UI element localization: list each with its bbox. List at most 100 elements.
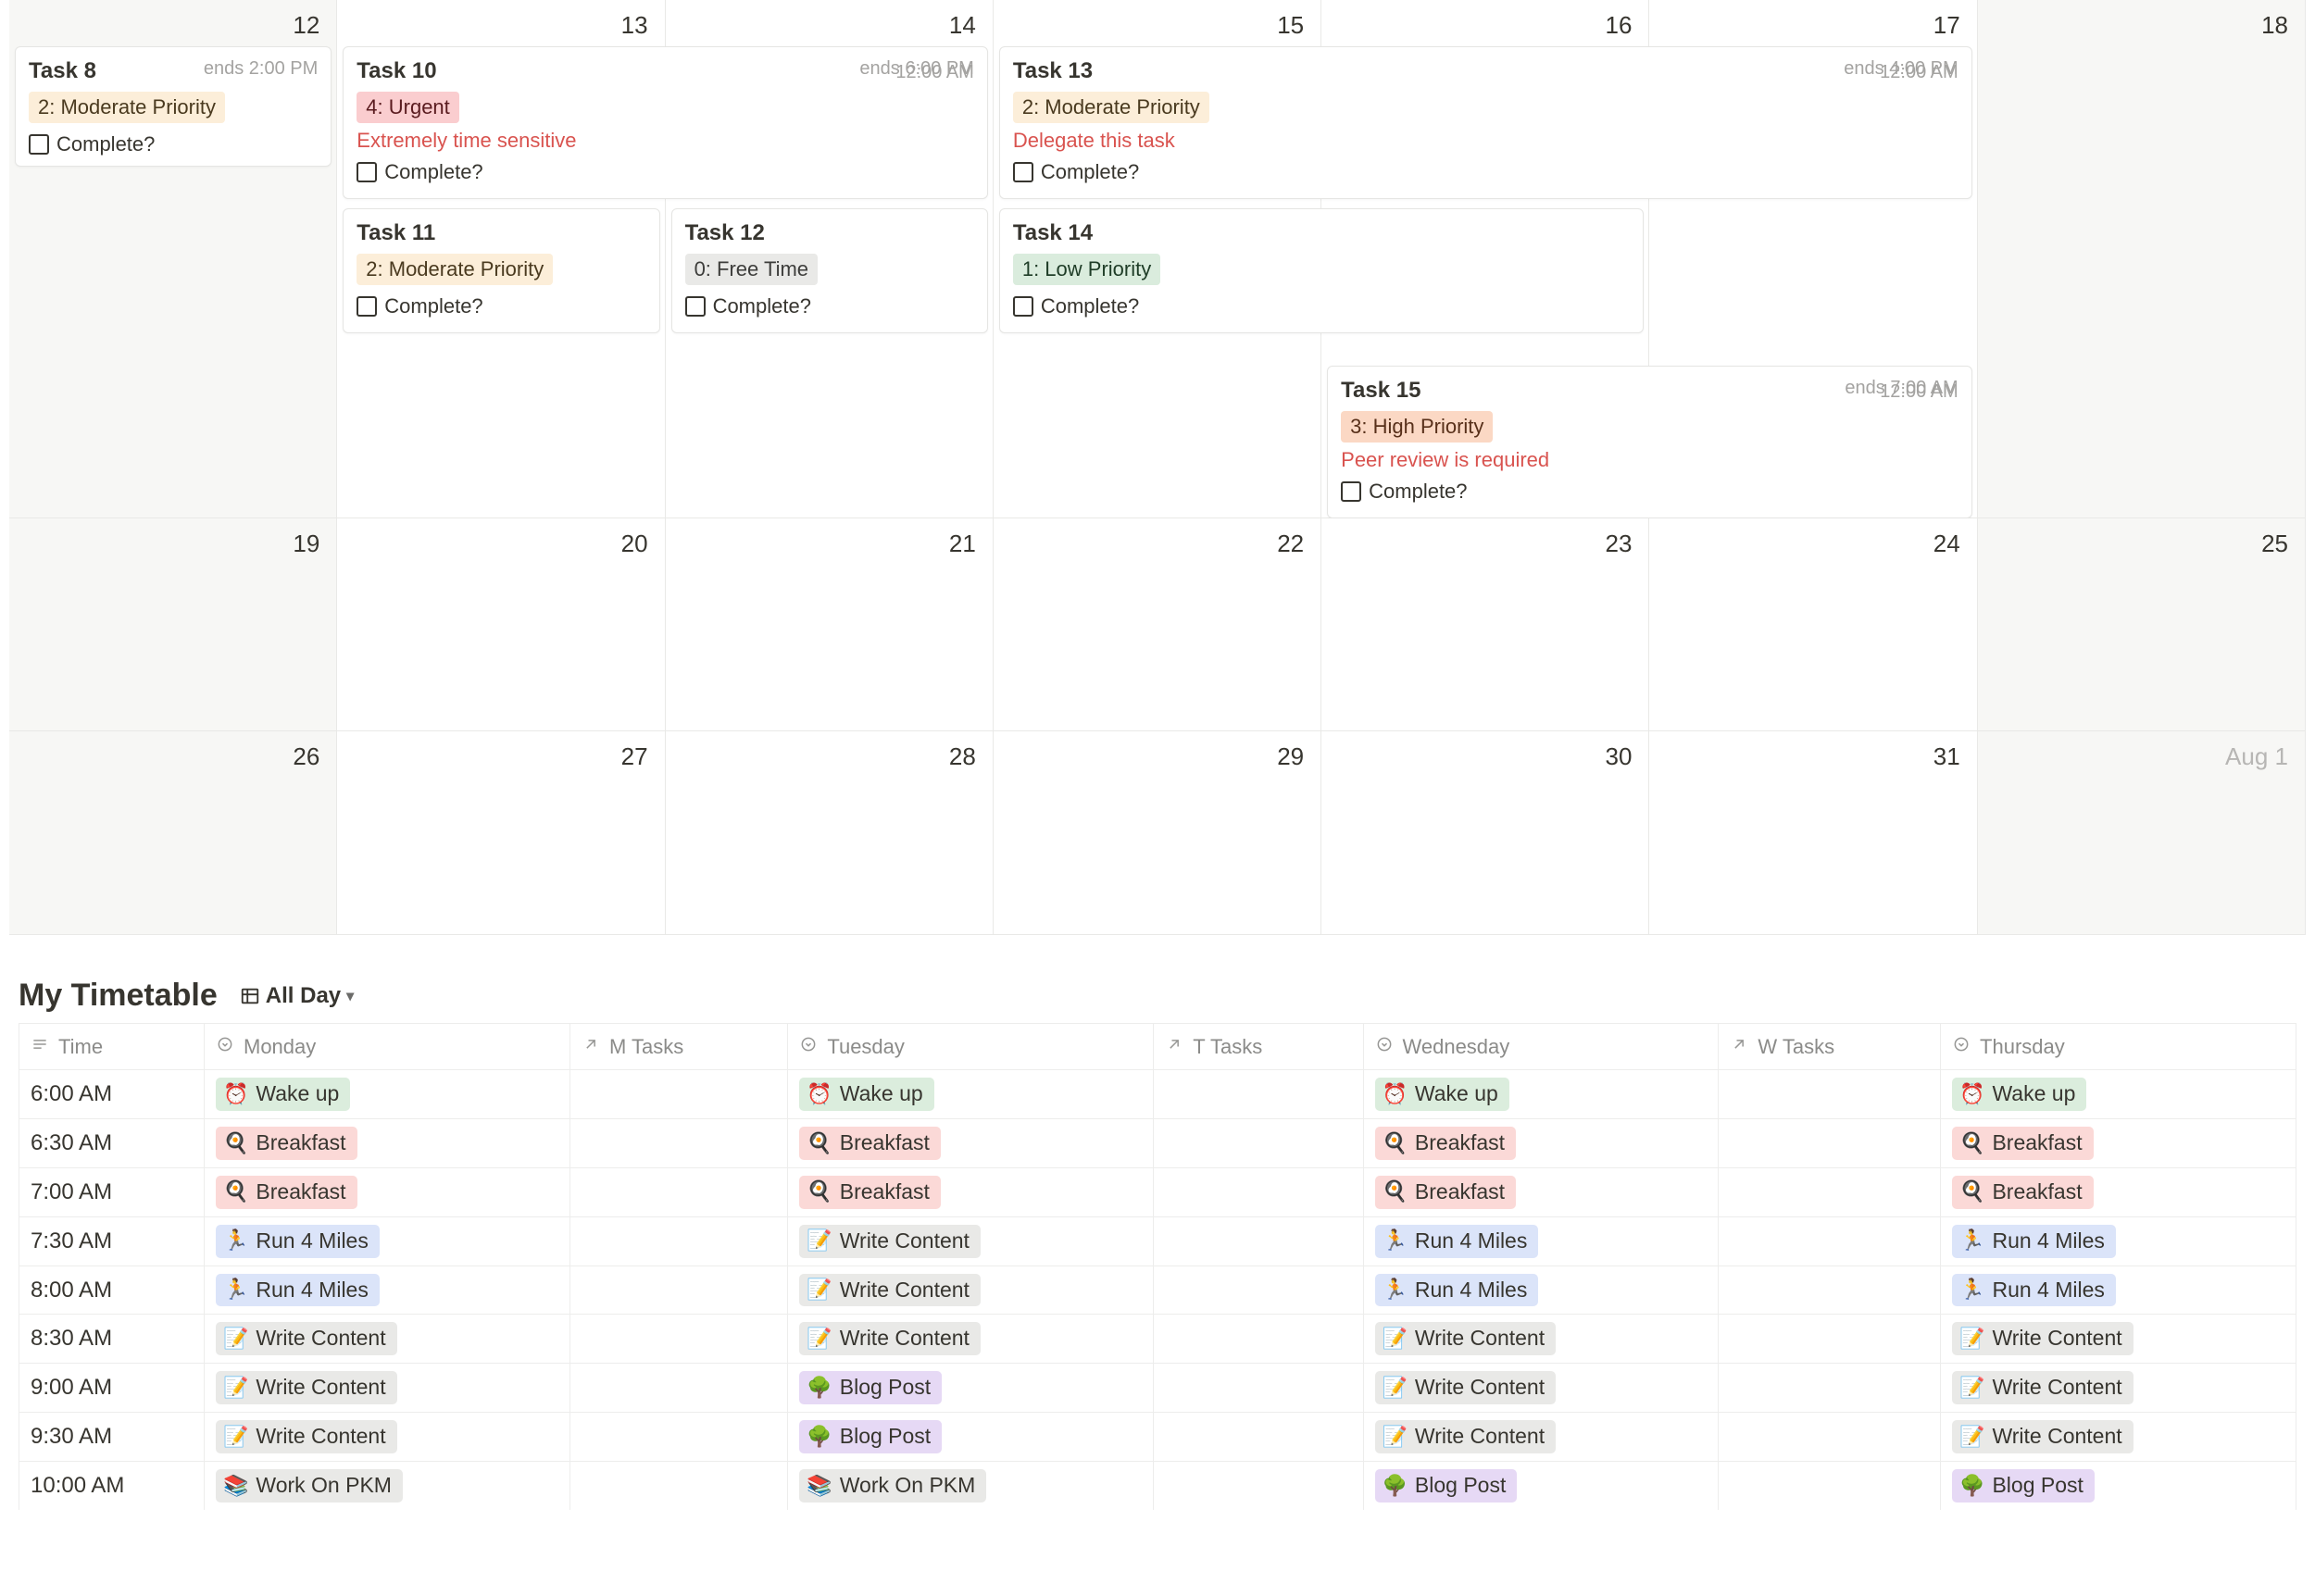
calendar-day-cell[interactable]: 23 (1321, 518, 1649, 731)
activity-tag[interactable]: 🍳Breakfast (799, 1127, 941, 1160)
complete-checkbox[interactable] (357, 162, 377, 182)
timetable-cell[interactable]: 10:00 AM (19, 1462, 205, 1510)
activity-tag[interactable]: 📚Work On PKM (799, 1469, 986, 1502)
activity-tag[interactable]: 📝Write Content (1375, 1322, 1557, 1355)
timetable-cell[interactable] (1719, 1413, 1941, 1462)
timetable-cell[interactable]: 📝Write Content (1941, 1364, 2296, 1413)
timetable-cell[interactable]: 7:30 AM (19, 1216, 205, 1266)
calendar-day-cell[interactable]: 26 (9, 731, 337, 935)
timetable-cell[interactable]: 🍳Breakfast (205, 1167, 570, 1216)
timetable-cell[interactable] (569, 1364, 787, 1413)
timetable-cell[interactable]: 📚Work On PKM (205, 1462, 570, 1510)
timetable-cell[interactable]: 9:30 AM (19, 1413, 205, 1462)
activity-tag[interactable]: 📝Write Content (1952, 1322, 2134, 1355)
timetable-cell[interactable]: 📝Write Content (1363, 1315, 1719, 1364)
timetable-cell[interactable]: 📝Write Content (205, 1364, 570, 1413)
task-card[interactable]: Task 112: Moderate PriorityComplete? (343, 208, 659, 333)
timetable-cell[interactable]: 📝Write Content (788, 1216, 1154, 1266)
timetable-cell[interactable] (569, 1070, 787, 1119)
task-card[interactable]: Task 1512:00 AMends 7:00 AM3: High Prior… (1327, 366, 1972, 518)
activity-tag[interactable]: 🏃Run 4 Miles (216, 1274, 380, 1307)
calendar-day-cell[interactable]: 27 (337, 731, 665, 935)
timetable-cell[interactable] (1719, 1462, 1941, 1510)
timetable-cell[interactable]: 🍳Breakfast (1941, 1118, 2296, 1167)
activity-tag[interactable]: 📝Write Content (216, 1420, 397, 1453)
timetable-cell[interactable]: 📝Write Content (1941, 1315, 2296, 1364)
timetable-cell[interactable] (569, 1266, 787, 1315)
timetable-cell[interactable] (1154, 1413, 1363, 1462)
column-header-time[interactable]: Time (19, 1024, 205, 1070)
timetable-cell[interactable] (569, 1216, 787, 1266)
calendar-day-cell[interactable]: 22 (994, 518, 1321, 731)
timetable-cell[interactable]: 🍳Breakfast (1941, 1167, 2296, 1216)
timetable-cell[interactable] (1719, 1118, 1941, 1167)
timetable-cell[interactable]: 🏃Run 4 Miles (1941, 1266, 2296, 1315)
timetable-cell[interactable] (569, 1118, 787, 1167)
timetable-cell[interactable]: 🍳Breakfast (788, 1167, 1154, 1216)
timetable-cell[interactable]: 🍳Breakfast (1363, 1118, 1719, 1167)
column-header-wed[interactable]: Wednesday (1363, 1024, 1719, 1070)
timetable-cell[interactable] (569, 1167, 787, 1216)
activity-tag[interactable]: 📝Write Content (1952, 1420, 2134, 1453)
timetable-cell[interactable]: 🏃Run 4 Miles (1363, 1266, 1719, 1315)
complete-checkbox[interactable] (685, 296, 706, 317)
calendar-day-cell[interactable]: 24 (1649, 518, 1977, 731)
activity-tag[interactable]: 📚Work On PKM (216, 1469, 403, 1502)
activity-tag[interactable]: 🍳Breakfast (799, 1176, 941, 1209)
activity-tag[interactable]: 📝Write Content (1952, 1371, 2134, 1404)
complete-checkbox[interactable] (1013, 162, 1033, 182)
column-header-wtasks[interactable]: W Tasks (1719, 1024, 1941, 1070)
calendar-day-cell[interactable]: 19 (9, 518, 337, 731)
timetable-cell[interactable] (1719, 1266, 1941, 1315)
complete-checkbox[interactable] (357, 296, 377, 317)
timetable-cell[interactable] (1719, 1364, 1941, 1413)
timetable-cell[interactable] (1154, 1462, 1363, 1510)
activity-tag[interactable]: ⏰Wake up (799, 1078, 933, 1111)
activity-tag[interactable]: 📝Write Content (799, 1225, 981, 1258)
timetable-cell[interactable]: 6:00 AM (19, 1070, 205, 1119)
activity-tag[interactable]: 🌳Blog Post (799, 1371, 942, 1404)
complete-checkbox[interactable] (1341, 481, 1361, 502)
activity-tag[interactable]: 🌳Blog Post (1375, 1469, 1518, 1502)
activity-tag[interactable]: 📝Write Content (799, 1274, 981, 1307)
task-card[interactable]: Task 141: Low PriorityComplete? (999, 208, 1645, 333)
timetable-cell[interactable]: 📝Write Content (1363, 1364, 1719, 1413)
activity-tag[interactable]: 🏃Run 4 Miles (1375, 1274, 1539, 1307)
activity-tag[interactable]: 📝Write Content (1375, 1371, 1557, 1404)
timetable-cell[interactable] (569, 1413, 787, 1462)
calendar-day-cell[interactable]: 18 (1978, 0, 2306, 518)
timetable-cell[interactable]: 📝Write Content (788, 1266, 1154, 1315)
activity-tag[interactable]: 🍳Breakfast (216, 1176, 357, 1209)
activity-tag[interactable]: 📝Write Content (216, 1371, 397, 1404)
activity-tag[interactable]: 🏃Run 4 Miles (216, 1225, 380, 1258)
timetable-cell[interactable]: 🌳Blog Post (788, 1364, 1154, 1413)
timetable-cell[interactable]: 🌳Blog Post (788, 1413, 1154, 1462)
timetable-cell[interactable]: 8:30 AM (19, 1315, 205, 1364)
calendar-day-cell[interactable]: 30 (1321, 731, 1649, 935)
calendar-day-cell[interactable]: Aug 1 (1978, 731, 2306, 935)
timetable-cell[interactable] (1154, 1070, 1363, 1119)
complete-checkbox[interactable] (1013, 296, 1033, 317)
activity-tag[interactable]: 🍳Breakfast (1952, 1127, 2094, 1160)
timetable-cell[interactable]: 📝Write Content (788, 1315, 1154, 1364)
calendar-day-cell[interactable]: 21 (666, 518, 994, 731)
timetable-cell[interactable]: 📝Write Content (1363, 1413, 1719, 1462)
task-card[interactable]: Task 1012:00 AMends 6:00 PM4: UrgentExtr… (343, 46, 988, 199)
activity-tag[interactable]: 🌳Blog Post (1952, 1469, 2095, 1502)
timetable-cell[interactable]: 📚Work On PKM (788, 1462, 1154, 1510)
timetable-cell[interactable]: 🌳Blog Post (1941, 1462, 2296, 1510)
timetable-cell[interactable]: 6:30 AM (19, 1118, 205, 1167)
calendar-day-cell[interactable]: 25 (1978, 518, 2306, 731)
timetable-cell[interactable]: 📝Write Content (205, 1413, 570, 1462)
calendar-day-cell[interactable]: 20 (337, 518, 665, 731)
timetable-cell[interactable]: 🍳Breakfast (788, 1118, 1154, 1167)
timetable-cell[interactable] (1719, 1070, 1941, 1119)
column-header-thu[interactable]: Thursday (1941, 1024, 2296, 1070)
activity-tag[interactable]: 📝Write Content (799, 1322, 981, 1355)
activity-tag[interactable]: 🏃Run 4 Miles (1375, 1225, 1539, 1258)
timetable-cell[interactable] (1154, 1167, 1363, 1216)
timetable-view-switch[interactable]: All Day ▾ (234, 981, 359, 1011)
timetable-cell[interactable] (1154, 1364, 1363, 1413)
timetable-cell[interactable]: ⏰Wake up (1941, 1070, 2296, 1119)
column-header-mtasks[interactable]: M Tasks (569, 1024, 787, 1070)
